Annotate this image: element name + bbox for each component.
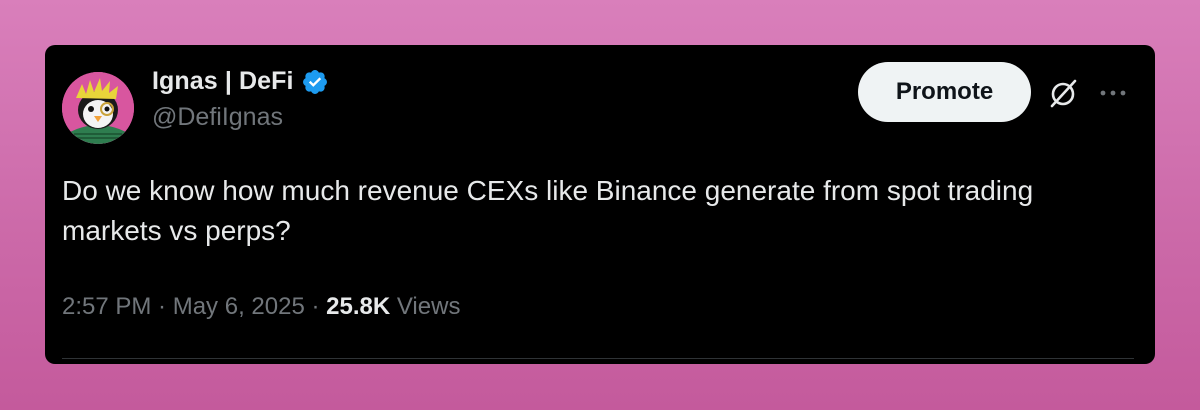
tweet-metadata: 2:57 PM · May 6, 2025 · 25.8K Views (62, 293, 460, 321)
tweet-date[interactable]: May 6, 2025 (173, 293, 305, 321)
divider (62, 358, 1134, 359)
more-options-icon[interactable] (1093, 75, 1133, 111)
tweet-text: Do we know how much revenue CEXs like Bi… (62, 175, 1034, 246)
author-name-row: Ignas | DeFi (152, 67, 329, 96)
author-display-name[interactable]: Ignas | DeFi (152, 67, 294, 96)
views-count[interactable]: 25.8K (326, 293, 390, 321)
grok-icon[interactable] (1045, 75, 1081, 111)
verified-badge-icon (302, 69, 327, 94)
avatar[interactable] (62, 72, 134, 144)
author-handle[interactable]: @DefiIgnas (152, 103, 283, 132)
promote-button[interactable]: Promote (858, 62, 1031, 122)
meta-separator: · (304, 293, 327, 320)
tweet-card: Ignas | DeFi @DefiIgnas Promote Do we kn… (45, 45, 1155, 364)
meta-separator: · (151, 293, 173, 320)
penguin-avatar-icon (62, 72, 134, 144)
views-label: Views (390, 293, 461, 320)
tweet-time[interactable]: 2:57 PM (62, 293, 151, 321)
